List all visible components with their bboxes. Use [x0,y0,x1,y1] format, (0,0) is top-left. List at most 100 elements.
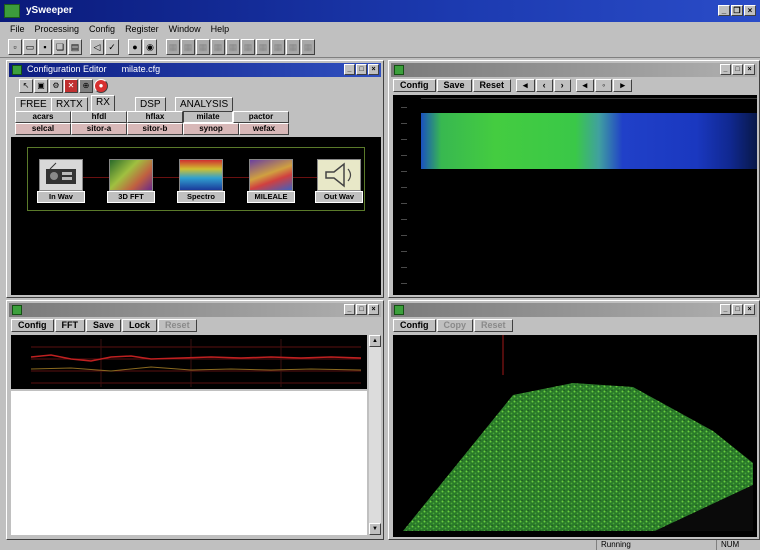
mode-sitor-a[interactable]: sitor-a [71,123,127,135]
mode-selcal[interactable]: selcal [15,123,71,135]
stop-record-icon[interactable]: ● [94,79,108,93]
paste-icon[interactable]: ▤ [68,39,82,55]
delete-icon[interactable]: ✕ [64,79,78,93]
mode-sitor-b[interactable]: sitor-b [127,123,183,135]
mode-wefax[interactable]: wefax [239,123,289,135]
mode-pactor[interactable]: pactor [233,111,289,123]
close-icon[interactable]: × [744,304,755,315]
copy-icon[interactable]: ❏ [53,39,67,55]
minimize-icon[interactable]: _ [344,64,355,75]
zoom-reset-icon[interactable]: ◦ [595,79,613,92]
fft-vertical-scrollbar[interactable]: ▲ ▼ [369,335,381,535]
waterfall-config-button[interactable]: Config [393,319,436,332]
module-icon[interactable]: ▣ [34,79,48,93]
tab-dsp[interactable]: DSP [135,97,166,111]
scroll-up-icon[interactable]: ▲ [369,335,381,347]
menu-window[interactable]: Window [169,22,201,36]
zoom-out-icon[interactable]: ◂ [575,79,595,92]
minimize-icon[interactable]: _ [720,304,731,315]
speaker-icon[interactable]: ◁ [90,39,104,55]
scroll-left-icon[interactable]: ◂ [516,79,535,92]
waterfall-3d-titlebar[interactable]: _ □ × [391,303,757,317]
scroll-down-icon[interactable]: ▼ [369,523,381,535]
maximize-icon[interactable]: □ [732,304,743,315]
spectrogram-display[interactable] [393,95,757,295]
close-icon[interactable]: × [744,64,755,75]
fft-display[interactable] [11,335,367,389]
minimize-icon[interactable]: _ [720,64,731,75]
settings-icon[interactable]: ⚙ [49,79,63,93]
frequency-scale [421,95,757,99]
maximize-icon[interactable]: □ [732,64,743,75]
tool-icon-h[interactable]: ▦ [271,39,285,55]
step-right-icon[interactable]: › [553,79,571,92]
tool-icon-g[interactable]: ▦ [256,39,270,55]
module-in-wav[interactable]: In Wav [37,159,85,203]
spectrogram-reset-button[interactable]: Reset [472,79,512,92]
fft-config-button[interactable]: Config [11,319,54,332]
minimize-icon[interactable]: _ [344,304,355,315]
close-icon[interactable]: × [744,5,756,16]
fft-trace [30,339,362,387]
mode-milate[interactable]: milate [183,111,233,123]
stop-icon[interactable]: ◉ [143,39,157,55]
fft-fft-button[interactable]: FFT [54,319,85,332]
menu-file[interactable]: File [10,22,25,36]
tab-free[interactable]: FREE [15,97,52,111]
save-icon[interactable]: ▪ [38,39,52,55]
tool-icon-e[interactable]: ▦ [226,39,240,55]
processing-chain-canvas[interactable]: In Wav 3D FFT Spectro MILEALE Out Wav [11,137,381,295]
maximize-icon[interactable]: □ [356,304,367,315]
menu-register[interactable]: Register [125,22,159,36]
edit-icon[interactable]: ✓ [105,39,119,55]
mode-hfdl[interactable]: hfdl [71,111,127,123]
module-3d-fft[interactable]: 3D FFT [107,159,155,203]
decoder-icon [249,159,293,191]
restore-icon[interactable]: ❐ [731,5,743,16]
fft-save-button[interactable]: Save [86,319,122,332]
menu-config[interactable]: Config [89,22,115,36]
record-icon[interactable]: ● [128,39,142,55]
waterfall-3d-display[interactable] [393,335,757,537]
module-label: In Wav [37,191,85,203]
minimize-icon[interactable]: _ [718,5,730,16]
zoom-in-icon[interactable]: ▸ [613,79,632,92]
waterfall-reset-button[interactable]: Reset [474,319,513,332]
module-spectro[interactable]: Spectro [177,159,225,203]
tool-icon-j[interactable]: ▦ [301,39,315,55]
tab-rx[interactable]: RX [91,95,115,111]
tab-analysis[interactable]: ANALYSIS [175,97,234,111]
spectrogram-titlebar[interactable]: _ □ × [391,63,757,77]
tool-icon-d[interactable]: ▦ [211,39,225,55]
config-editor-titlebar[interactable]: Configuration Editor milate.cfg _ □ × [9,63,381,77]
close-icon[interactable]: × [368,304,379,315]
new-icon[interactable]: ▫ [8,39,22,55]
open-icon[interactable]: ▭ [23,39,37,55]
step-left-icon[interactable]: ‹ [535,79,553,92]
module-mileale[interactable]: MILEALE [247,159,295,203]
spectrogram-config-button[interactable]: Config [393,79,436,92]
tool-icon-f[interactable]: ▦ [241,39,255,55]
tool-icon-b[interactable]: ▦ [181,39,195,55]
menu-processing[interactable]: Processing [35,22,80,36]
mode-acars[interactable]: acars [15,111,71,123]
tool-icon-a[interactable]: ▦ [166,39,180,55]
tool-icon-c[interactable]: ▦ [196,39,210,55]
mode-hflax[interactable]: hflax [127,111,183,123]
config-editor-window: Configuration Editor milate.cfg _ □ × ↖ … [6,60,384,298]
fft-lock-button[interactable]: Lock [122,319,158,332]
menu-help[interactable]: Help [211,22,230,36]
fft-titlebar[interactable]: _ □ × [9,303,381,317]
waterfall-copy-button[interactable]: Copy [436,319,473,332]
fft-reset-button[interactable]: Reset [158,319,197,332]
module-out-wav[interactable]: Out Wav [315,159,363,203]
maximize-icon[interactable]: □ [356,64,367,75]
decoder-text-output[interactable] [11,391,367,535]
pointer-icon[interactable]: ↖ [19,79,33,93]
mode-synop[interactable]: synop [183,123,239,135]
spectrogram-save-button[interactable]: Save [436,79,472,92]
tab-rxtx[interactable]: RXTX [51,97,88,111]
link-icon[interactable]: ⊕ [79,79,93,93]
close-icon[interactable]: × [368,64,379,75]
tool-icon-i[interactable]: ▦ [286,39,300,55]
